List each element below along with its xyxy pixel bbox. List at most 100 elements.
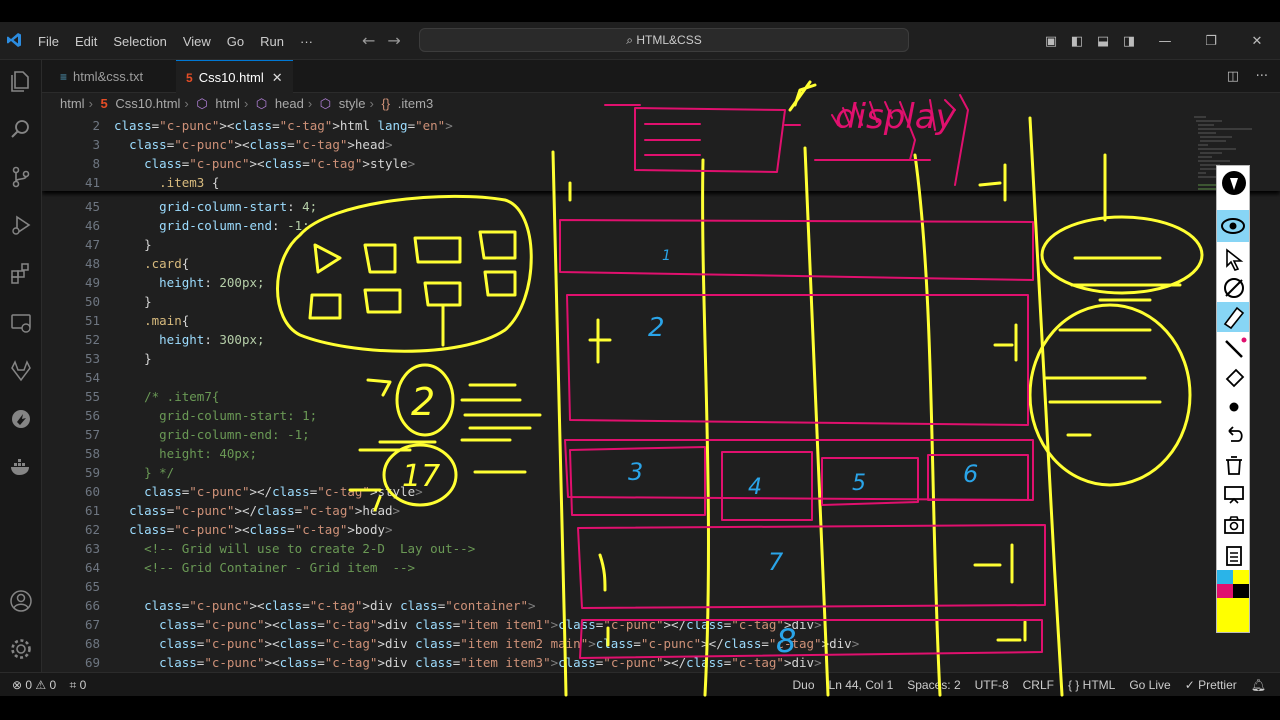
indentation[interactable]: Spaces: 2 xyxy=(907,673,960,697)
camera-icon[interactable] xyxy=(1221,512,1247,538)
code-line[interactable]: 47 } xyxy=(42,235,1202,254)
code-line[interactable]: 63 <!-- Grid will use to create 2-D Lay … xyxy=(42,539,1202,558)
code-line[interactable]: 61 class="c-punc"></class="c-tag">head> xyxy=(42,501,1202,520)
dot-size-icon[interactable] xyxy=(1221,394,1247,420)
search-icon[interactable] xyxy=(8,116,34,142)
settings-gear-icon[interactable] xyxy=(8,636,34,662)
close-window-icon[interactable]: ✕ xyxy=(1234,34,1280,49)
run-debug-icon[interactable] xyxy=(8,212,34,238)
breadcrumb-item[interactable]: Css10.html xyxy=(115,96,180,111)
menu-file[interactable]: File xyxy=(30,34,67,49)
code-line[interactable]: 66 class="c-punc"><class="c-tag">div cla… xyxy=(42,596,1202,615)
code-line[interactable]: 67 class="c-punc"><class="c-tag">div cla… xyxy=(42,615,1202,634)
trash-icon[interactable] xyxy=(1221,452,1247,478)
sticky-line[interactable]: 3 class="c-punc"><class="c-tag">head> xyxy=(42,135,1202,154)
line-pen-icon[interactable] xyxy=(1221,336,1247,362)
color-swatch-magenta[interactable] xyxy=(1217,584,1233,598)
code-line[interactable]: 57 grid-column-end: -1; xyxy=(42,425,1202,444)
code-line[interactable]: 69 class="c-punc"><class="c-tag">div cla… xyxy=(42,653,1202,672)
code-line[interactable]: 46 grid-column-end: -1; xyxy=(42,216,1202,235)
pen-tip-icon[interactable] xyxy=(1221,170,1247,196)
tab-html-css-txt[interactable]: ≡ html&css.txt xyxy=(50,60,153,93)
toggle-panel-icon[interactable]: ⬓ xyxy=(1090,34,1116,49)
code-line[interactable]: 48 .card{ xyxy=(42,254,1202,273)
extensions-icon[interactable] xyxy=(8,260,34,286)
prettier-status[interactable]: ✓ Prettier xyxy=(1185,673,1237,697)
menu-edit[interactable]: Edit xyxy=(67,34,105,49)
sticky-line[interactable]: 41 .item3 { xyxy=(42,173,1202,192)
command-center-search[interactable]: ⌕ HTML&CSS xyxy=(419,28,909,52)
explorer-icon[interactable] xyxy=(8,68,34,94)
duo-status[interactable]: Duo xyxy=(793,673,815,697)
code-line[interactable]: 58 height: 40px; xyxy=(42,444,1202,463)
split-editor-icon[interactable]: ◫ xyxy=(1227,69,1239,84)
menu-run[interactable]: Run xyxy=(252,34,292,49)
code-line[interactable]: 65 xyxy=(42,577,1202,596)
code-line[interactable]: 68 class="c-punc"><class="c-tag">div cla… xyxy=(42,634,1202,653)
toggle-secondary-sidebar-icon[interactable]: ◨ xyxy=(1116,34,1142,49)
tab-css10-html[interactable]: 5 Css10.html ✕ xyxy=(176,60,293,93)
source-control-icon[interactable] xyxy=(8,164,34,190)
code-line[interactable]: 62 class="c-punc"><class="c-tag">body> xyxy=(42,520,1202,539)
code-editor[interactable]: 45 grid-column-start: 4; 46 grid-column-e… xyxy=(42,115,1280,672)
restore-icon[interactable]: ❐ xyxy=(1188,34,1234,49)
code-line[interactable]: 64 <!-- Grid Container - Grid item --> xyxy=(42,558,1202,577)
code-line[interactable]: 60 class="c-punc"></class="c-tag">style> xyxy=(42,482,1202,501)
remote-explorer-icon[interactable] xyxy=(8,310,34,336)
eye-icon[interactable] xyxy=(1217,210,1249,242)
go-live-button[interactable]: Go Live xyxy=(1129,673,1170,697)
menu-view[interactable]: View xyxy=(175,34,219,49)
code-line[interactable]: 51 .main{ xyxy=(42,311,1202,330)
undo-icon[interactable] xyxy=(1221,422,1247,448)
more-actions-icon[interactable]: ··· xyxy=(1256,69,1268,84)
line-ending[interactable]: CRLF xyxy=(1023,673,1054,697)
code-line[interactable]: 52 height: 300px; xyxy=(42,330,1202,349)
color-swatch-cyan[interactable] xyxy=(1217,570,1233,584)
code-line[interactable]: 49 height: 200px; xyxy=(42,273,1202,292)
breadcrumb-item[interactable]: html xyxy=(60,96,85,111)
docker-icon[interactable] xyxy=(8,454,34,480)
code-line[interactable]: 50 } xyxy=(42,292,1202,311)
code-line[interactable]: 54 xyxy=(42,368,1202,387)
highlighter-icon[interactable] xyxy=(1217,302,1249,332)
sticky-line[interactable]: 2 class="c-punc"><class="c-tag">html lang… xyxy=(42,116,1202,135)
breadcrumb-item[interactable]: style xyxy=(339,96,366,111)
eraser-icon[interactable] xyxy=(1221,364,1247,390)
menu-go[interactable]: Go xyxy=(219,34,252,49)
code-line[interactable]: 59 } */ xyxy=(42,463,1202,482)
menu-more[interactable]: ··· xyxy=(292,34,321,49)
language-mode[interactable]: { } HTML xyxy=(1068,673,1115,697)
close-tab-icon[interactable]: ✕ xyxy=(272,70,283,85)
encoding[interactable]: UTF-8 xyxy=(975,673,1009,697)
no-draw-icon[interactable] xyxy=(1221,274,1247,300)
gitlab-icon[interactable] xyxy=(8,358,34,384)
color-swatch-black[interactable] xyxy=(1233,584,1249,598)
code-line[interactable]: 53 } xyxy=(42,349,1202,368)
cursor-position[interactable]: Ln 44, Col 1 xyxy=(829,673,894,697)
problems-count[interactable]: ⊗ 0 ⚠ 0 xyxy=(12,678,56,692)
code-line[interactable]: 55 /* .item7{ xyxy=(42,387,1202,406)
pointer-icon[interactable] xyxy=(1221,246,1247,272)
minimize-icon[interactable]: — xyxy=(1142,34,1188,49)
code-line[interactable]: 56 grid-column-start: 1; xyxy=(42,406,1202,425)
quokka-icon[interactable] xyxy=(8,406,34,432)
forward-arrow-icon[interactable]: → xyxy=(387,31,400,50)
color-swatch-yellow[interactable] xyxy=(1233,570,1249,584)
breadcrumb-item[interactable]: head xyxy=(275,96,304,111)
selected-color-yellow[interactable] xyxy=(1217,598,1249,632)
sticky-line[interactable]: 8 class="c-punc"><class="c-tag">style> xyxy=(42,154,1202,173)
board-icon[interactable] xyxy=(1221,482,1247,508)
code-line[interactable]: 45 grid-column-start: 4; xyxy=(42,197,1202,216)
code-text: grid-column-start: 4; xyxy=(159,199,318,214)
toggle-sidebar-icon[interactable]: ◧ xyxy=(1064,34,1090,49)
customize-layout-icon[interactable]: ▣ xyxy=(1038,34,1064,49)
menu-selection[interactable]: Selection xyxy=(105,34,174,49)
clipboard-icon[interactable] xyxy=(1221,542,1247,568)
tab-label: html&css.txt xyxy=(73,69,144,84)
ports-count[interactable]: ⌗ 0 xyxy=(70,678,87,692)
breadcrumb-item[interactable]: .item3 xyxy=(398,96,433,111)
back-arrow-icon[interactable]: ← xyxy=(362,31,375,50)
account-icon[interactable] xyxy=(8,588,34,614)
breadcrumb-item[interactable]: html xyxy=(215,96,240,111)
notifications-bell-icon[interactable]: 🔔︎ xyxy=(1251,673,1266,697)
